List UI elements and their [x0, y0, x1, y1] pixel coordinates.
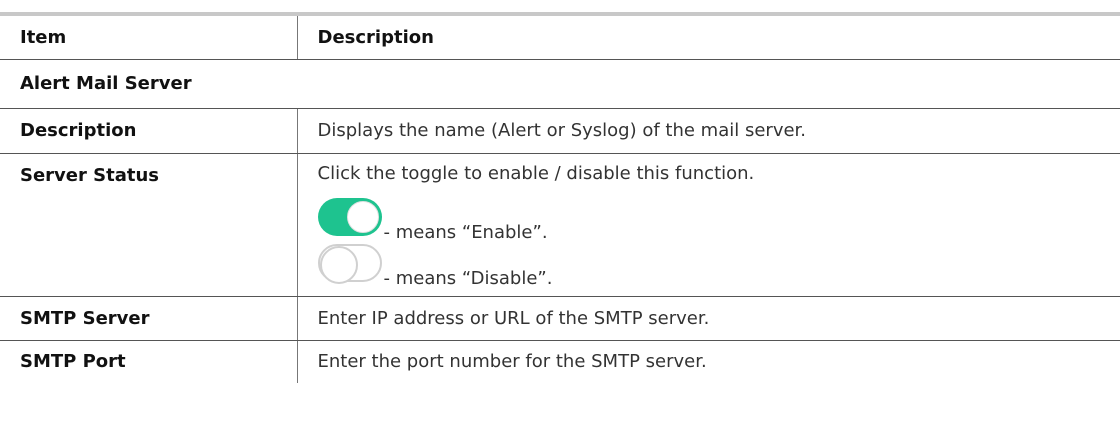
toggle-off-icon [317, 243, 382, 284]
table-row: SMTP Port Enter the port number for the … [0, 340, 1120, 383]
row-text-smtp-server: Enter IP address or URL of the SMTP serv… [297, 296, 1120, 341]
header-item: Item [0, 12, 298, 60]
row-item-smtp-port: SMTP Port [0, 340, 298, 383]
table-row: Server Status Click the toggle to enable… [0, 153, 1120, 297]
table-header-row: Item Description [0, 12, 1120, 60]
table-row: SMTP Server Enter IP address or URL of t… [0, 296, 1120, 341]
header-description: Description [297, 12, 1120, 60]
enable-legend: - means “Enable”. [383, 221, 548, 243]
row-item-description: Description [0, 108, 298, 154]
description-table: Item Description Alert Mail Server Descr… [0, 12, 1120, 383]
section-row: Alert Mail Server [0, 59, 1120, 109]
table-row: Description Displays the name (Alert or … [0, 108, 1120, 154]
row-cell-server-status: Click the toggle to enable / disable thi… [297, 153, 1120, 297]
toggle-on-icon [317, 197, 382, 236]
toggle-knob [319, 245, 358, 284]
row-item-smtp-server: SMTP Server [0, 296, 298, 341]
row-item-server-status: Server Status [0, 153, 298, 297]
disable-legend: - means “Disable”. [383, 267, 553, 289]
row-text-smtp-port: Enter the port number for the SMTP serve… [317, 351, 707, 373]
toggle-knob [346, 200, 379, 233]
toggle-disable-line: - means “Disable”. [317, 242, 1120, 287]
row-text-server-status: Click the toggle to enable / disable thi… [317, 162, 755, 184]
section-title: Alert Mail Server [0, 59, 1120, 109]
row-text-description: Displays the name (Alert or Syslog) of t… [297, 108, 1120, 154]
toggle-enable-line: - means “Enable”. [317, 196, 1120, 241]
